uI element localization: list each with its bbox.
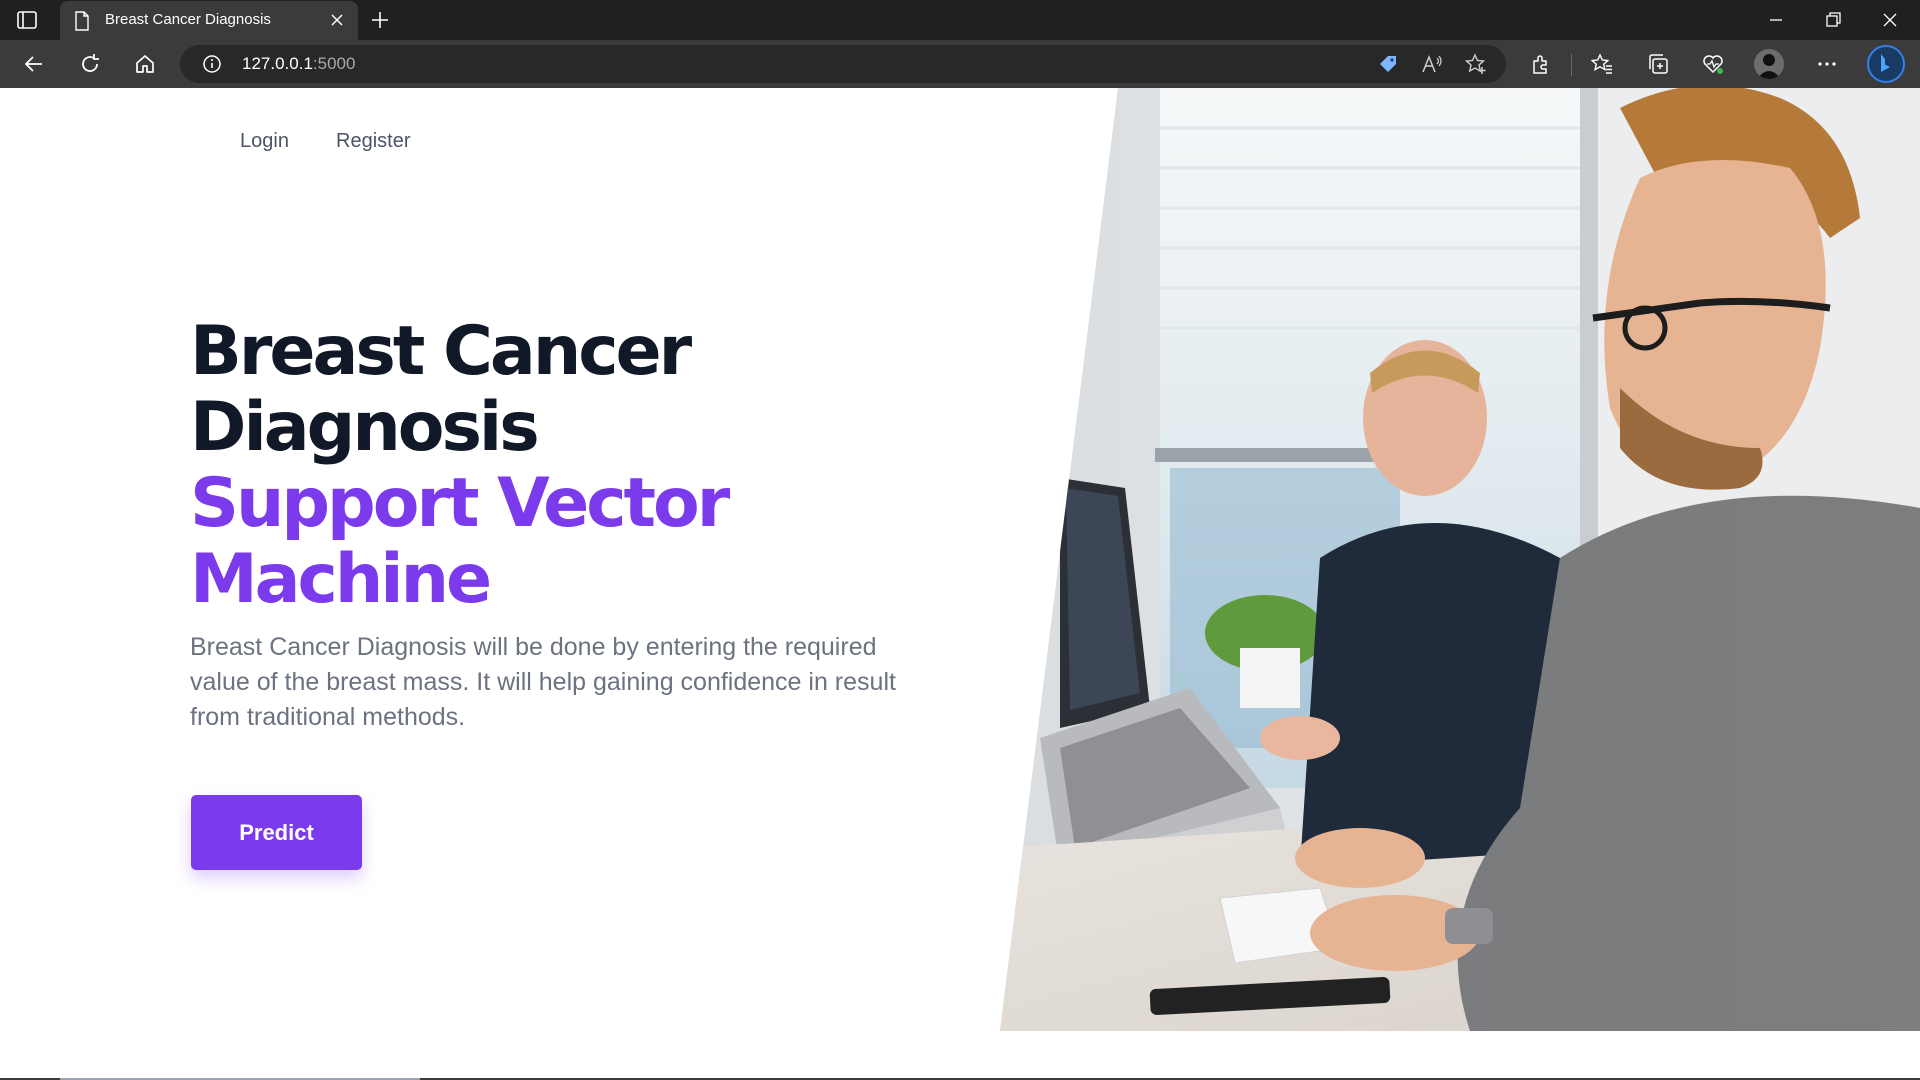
collections-icon[interactable] xyxy=(1646,52,1670,76)
favorites-icon[interactable] xyxy=(1590,52,1614,76)
tag-icon[interactable] xyxy=(1376,52,1400,76)
add-favorite-icon[interactable] xyxy=(1464,52,1488,76)
hero-accent-line1: Support Vector xyxy=(190,464,730,543)
browser-toolbar: 127.0.0.1:5000 xyxy=(0,40,1920,88)
address-bar[interactable]: 127.0.0.1:5000 xyxy=(180,45,1506,83)
refresh-icon[interactable] xyxy=(78,52,102,76)
home-icon[interactable] xyxy=(133,52,157,76)
profile-avatar[interactable] xyxy=(1754,49,1784,79)
hero-accent-line2: Machine xyxy=(190,540,492,619)
profile-avatar-image xyxy=(1754,49,1784,79)
plus-icon[interactable] xyxy=(368,8,392,32)
minimize-icon[interactable] xyxy=(1764,8,1788,32)
copilot-icon[interactable] xyxy=(1866,44,1906,84)
more-icon[interactable] xyxy=(1815,52,1839,76)
toolbar-separator xyxy=(1571,54,1572,76)
hero-title-line1: Breast Cancer xyxy=(190,312,692,391)
url-port: :5000 xyxy=(312,54,356,73)
address-url[interactable]: 127.0.0.1:5000 xyxy=(242,54,355,74)
hero-title-line2: Diagnosis xyxy=(190,388,540,467)
browser-tab-bar: Breast Cancer Diagnosis xyxy=(0,0,1920,40)
nav-register-link[interactable]: Register xyxy=(336,130,410,153)
page-icon xyxy=(75,11,89,31)
tab-actions-icon[interactable] xyxy=(16,10,38,30)
hero-photo xyxy=(1000,88,1920,1031)
nav-login-link[interactable]: Login xyxy=(240,130,289,153)
predict-button[interactable]: Predict xyxy=(191,795,362,870)
info-icon[interactable] xyxy=(202,54,222,74)
url-host: 127.0.0.1 xyxy=(242,54,313,73)
extensions-icon[interactable] xyxy=(1529,52,1553,76)
browser-tab[interactable]: Breast Cancer Diagnosis xyxy=(60,1,358,40)
read-aloud-icon[interactable] xyxy=(1420,52,1444,76)
back-icon[interactable] xyxy=(22,52,46,76)
window-close-icon[interactable] xyxy=(1878,8,1902,32)
close-icon[interactable] xyxy=(328,11,346,29)
tab-title: Breast Cancer Diagnosis xyxy=(105,11,271,28)
page-content: Login Register Breast Cancer Diagnosis S… xyxy=(0,88,1920,1080)
restore-icon[interactable] xyxy=(1821,8,1845,32)
hero-title: Breast Cancer Diagnosis Support Vector M… xyxy=(190,314,1050,618)
browser-essentials-icon[interactable] xyxy=(1701,52,1725,76)
hero-description: Breast Cancer Diagnosis will be done by … xyxy=(190,633,896,731)
